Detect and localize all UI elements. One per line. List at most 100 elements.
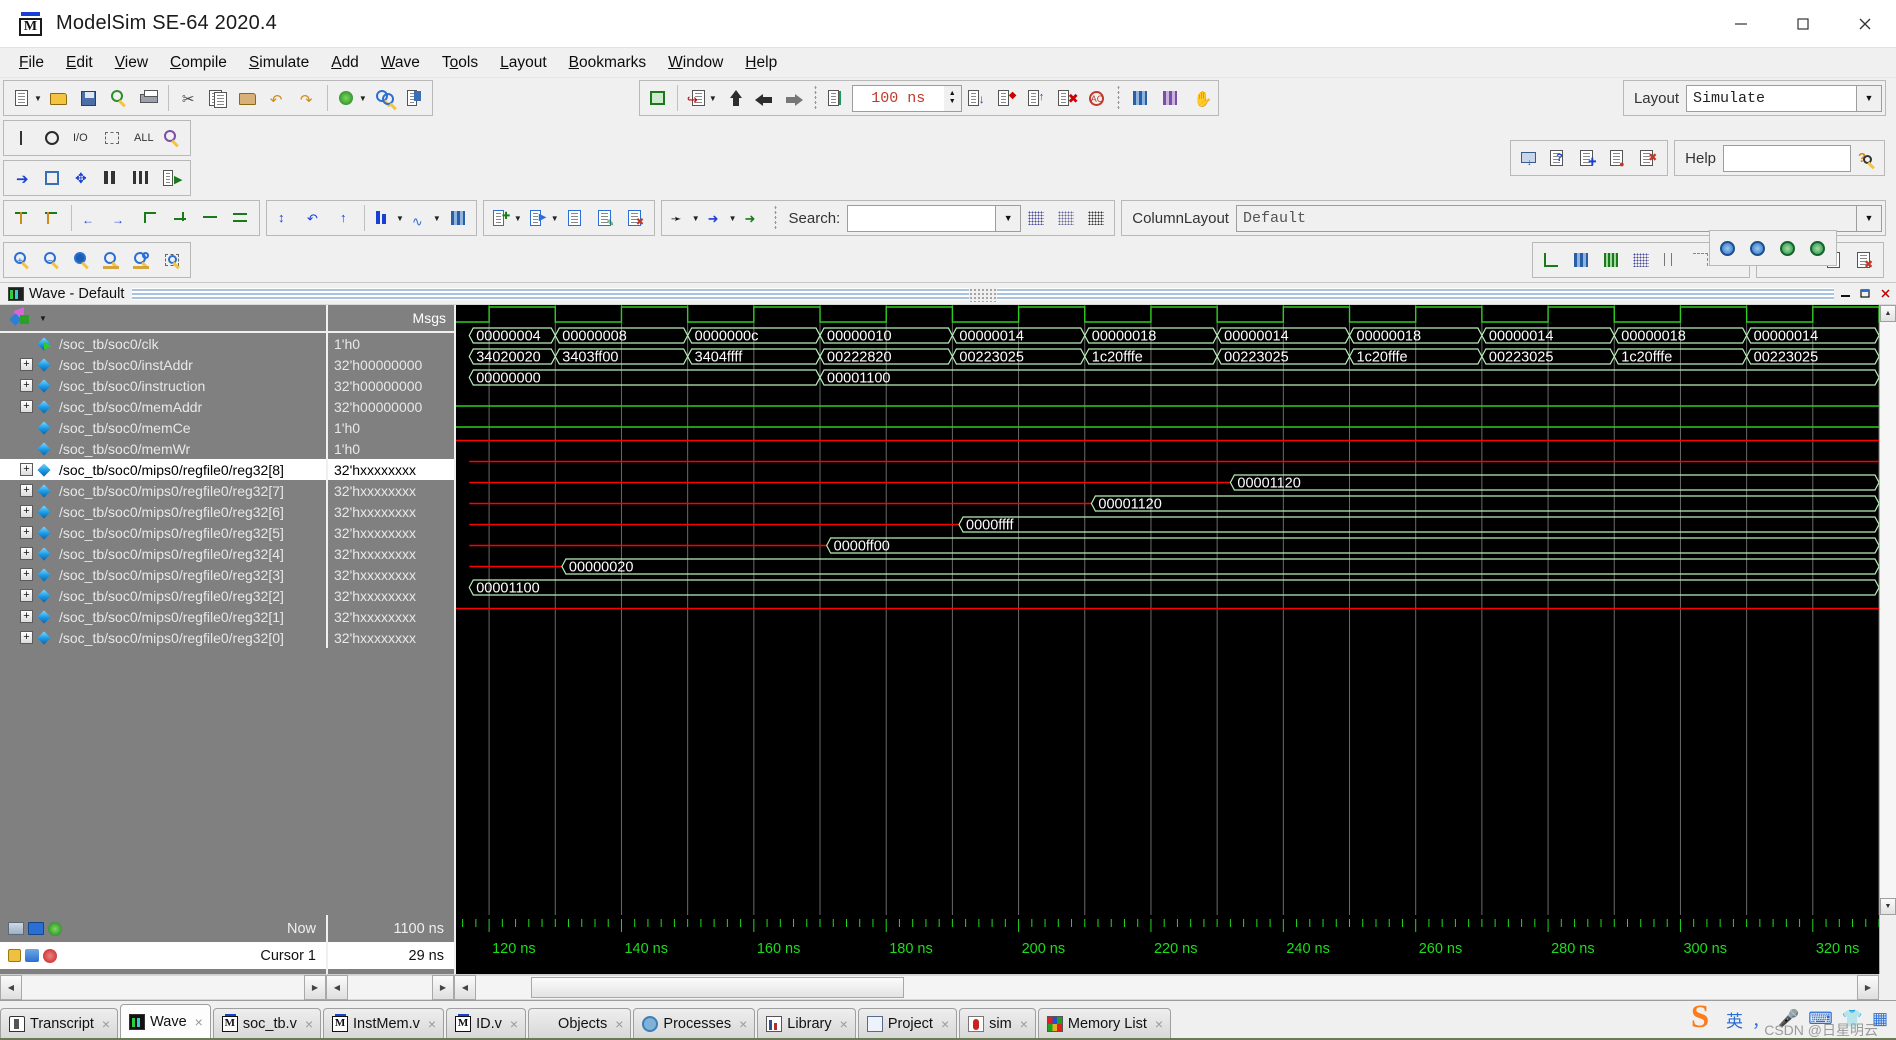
save-icon[interactable]: [75, 83, 103, 113]
zoom-in-icon[interactable]: +: [8, 245, 36, 275]
bar-format-icon[interactable]: [444, 203, 472, 233]
tab-instmem-v[interactable]: M InstMem.v ×: [323, 1008, 445, 1038]
new-file-icon[interactable]: [8, 83, 36, 113]
filter-inout-icon[interactable]: I/O: [68, 123, 96, 153]
paste-icon[interactable]: [234, 83, 262, 113]
search-next-icon[interactable]: ➜: [703, 203, 731, 233]
collapse-icon[interactable]: ↶: [301, 203, 329, 233]
undo-icon[interactable]: ↶: [264, 83, 292, 113]
wave-close-button[interactable]: [1876, 285, 1894, 303]
filter-internal-icon[interactable]: [98, 123, 126, 153]
wave-format-icon[interactable]: [370, 203, 398, 233]
expand-toggle-icon[interactable]: +: [20, 568, 33, 581]
wave-help-icon[interactable]: ?: [1545, 143, 1573, 173]
insert-cursor-icon[interactable]: [8, 203, 36, 233]
copy-icon[interactable]: [204, 83, 232, 113]
wave-restore-button[interactable]: [1856, 285, 1874, 303]
tab-transcript[interactable]: Transcript ×: [0, 1008, 119, 1038]
signal-row[interactable]: /soc_tb/soc0/clk: [0, 333, 326, 354]
bookmark-add-icon[interactable]: ✚: [488, 203, 516, 233]
find-icon[interactable]: [370, 83, 398, 113]
scroll-track[interactable]: [1880, 322, 1896, 898]
lock-cursor-icon[interactable]: [8, 949, 21, 962]
tab-close-icon[interactable]: ×: [510, 1016, 518, 1032]
add-cursor-icon[interactable]: [48, 921, 62, 936]
search-prev-icon[interactable]: ➛: [666, 203, 694, 233]
print-icon[interactable]: [135, 83, 163, 113]
expand-toggle-icon[interactable]: +: [20, 484, 33, 497]
find-any-edge-icon[interactable]: [197, 203, 225, 233]
menu-simulate[interactable]: Simulate: [238, 50, 320, 76]
zoom-range-icon[interactable]: [128, 245, 156, 275]
waveform-canvas-wrapper[interactable]: 00000004 00000008 0000000c 00000010 00000014…: [456, 305, 1879, 915]
close-button[interactable]: [1834, 0, 1896, 48]
run-next-icon[interactable]: [780, 83, 808, 113]
filter-all-icon[interactable]: ALL: [128, 123, 156, 153]
waveform-hscrollbar[interactable]: ◀ ▶: [454, 974, 1879, 1000]
wave-minimize-button[interactable]: [1836, 285, 1854, 303]
wave-close-dataset-icon[interactable]: ✖: [1635, 143, 1663, 173]
find-rising-icon[interactable]: [167, 203, 195, 233]
pan-hand-icon[interactable]: ✋: [1186, 83, 1214, 113]
expand-toggle-icon[interactable]: +: [20, 505, 33, 518]
grid-sparse-icon[interactable]: [1657, 245, 1685, 275]
delete-cursor-icon[interactable]: [38, 203, 66, 233]
help-input[interactable]: [1723, 144, 1851, 172]
search-all-icon[interactable]: [1052, 203, 1080, 233]
signal-row[interactable]: + /soc_tb/soc0/mips0/regfile0/reg32[7]: [0, 480, 326, 501]
profile-icon[interactable]: [1156, 83, 1184, 113]
menu-compile[interactable]: Compile: [159, 50, 238, 76]
menu-tools[interactable]: Tools: [431, 50, 489, 76]
run-all-icon[interactable]: [750, 83, 778, 113]
signal-value-list[interactable]: 1'h0 32'h00000000 32'h00000000 32'h00000000…: [326, 333, 454, 915]
signal-row[interactable]: + /soc_tb/soc0/mips0/regfile0/reg32[0]: [0, 627, 326, 648]
names-scroll-left-arrow[interactable]: ◀: [0, 975, 22, 1000]
wave-insert-icon[interactable]: ▶: [158, 163, 186, 193]
delete-cursor-row-icon[interactable]: [43, 948, 57, 963]
names-scroll-track[interactable]: [22, 975, 304, 1000]
signal-row[interactable]: + /soc_tb/soc0/instAddr: [0, 354, 326, 375]
signal-row[interactable]: + /soc_tb/soc0/mips0/regfile0/reg32[1]: [0, 606, 326, 627]
maximize-button[interactable]: [1772, 0, 1834, 48]
minimize-button[interactable]: [1710, 0, 1772, 48]
expand-toggle-icon[interactable]: +: [20, 610, 33, 623]
help-search-icon[interactable]: ?: [1852, 143, 1880, 173]
select-arrow-icon[interactable]: ➔: [8, 163, 36, 193]
tab-wave[interactable]: Wave ×: [120, 1004, 211, 1038]
tab-close-icon[interactable]: ×: [941, 1016, 949, 1032]
step-out-icon[interactable]: ↑: [1023, 83, 1051, 113]
tab-close-icon[interactable]: ×: [305, 1016, 313, 1032]
coverage-gear-2-icon[interactable]: [1744, 233, 1772, 263]
tab-close-icon[interactable]: ×: [840, 1016, 848, 1032]
coverage-gear-4-icon[interactable]: [1804, 233, 1832, 263]
scroll-up-arrow[interactable]: ▲: [1880, 305, 1896, 322]
menu-help[interactable]: Help: [734, 50, 788, 76]
signal-name-list[interactable]: /soc_tb/soc0/clk + /soc_tb/soc0/instAddr + /…: [0, 333, 326, 915]
raise-icon[interactable]: ↑: [331, 203, 359, 233]
signal-row[interactable]: /soc_tb/soc0/memWr: [0, 438, 326, 459]
waveform-vertical-scrollbar[interactable]: ▲ ▼: [1879, 305, 1896, 915]
signal-row[interactable]: + /soc_tb/soc0/mips0/regfile0/reg32[4]: [0, 543, 326, 564]
grid-dense-icon[interactable]: [1597, 245, 1625, 275]
menu-edit[interactable]: Edit: [55, 50, 104, 76]
tab-close-icon[interactable]: ×: [102, 1016, 110, 1032]
run-length-combo[interactable]: 100 ns ▲ ▼: [851, 84, 962, 112]
save-wave-format-icon[interactable]: ↓: [1515, 143, 1543, 173]
menu-bookmarks[interactable]: Bookmarks: [558, 50, 658, 76]
zoom-cursor-icon[interactable]: [98, 245, 126, 275]
signal-row[interactable]: + /soc_tb/soc0/mips0/regfile0/reg32[6]: [0, 501, 326, 522]
continue-run-icon[interactable]: [720, 83, 748, 113]
bookmark-edit-icon[interactable]: ✎: [592, 203, 620, 233]
tab-sim[interactable]: sim ×: [959, 1008, 1036, 1038]
menu-layout[interactable]: Layout: [489, 50, 558, 76]
tab-library[interactable]: Library ×: [757, 1008, 856, 1038]
tab-close-icon[interactable]: ×: [1020, 1016, 1028, 1032]
values-hscrollbar[interactable]: ◀ ▶: [326, 974, 454, 1000]
bookmark-delete-icon[interactable]: ✖: [622, 203, 650, 233]
cursor-prev-icon[interactable]: ←: [77, 203, 105, 233]
find-options-icon[interactable]: [400, 83, 428, 113]
search-combo[interactable]: ▼: [847, 204, 1022, 232]
run-length-value[interactable]: 100 ns: [851, 84, 944, 112]
tab-id-v[interactable]: M ID.v ×: [446, 1008, 527, 1038]
wave-dataset-icon[interactable]: ●: [1605, 143, 1633, 173]
